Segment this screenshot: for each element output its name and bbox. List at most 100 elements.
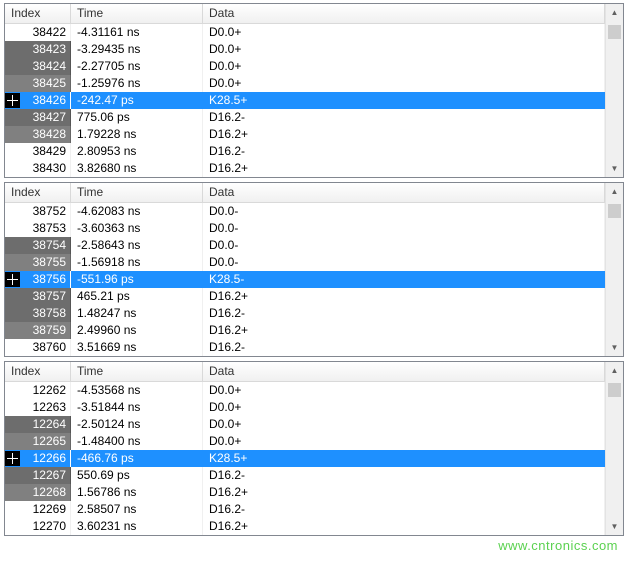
cell-time: 2.58507 ns <box>71 501 203 518</box>
table-row[interactable]: 387581.48247 nsD16.2- <box>5 305 605 322</box>
cell-index-value: 38424 <box>33 59 66 73</box>
table-row[interactable]: 38752 -4.62083 nsD0.0- <box>5 203 605 220</box>
cell-index-value: 38423 <box>33 42 66 56</box>
column-header-data[interactable]: Data <box>203 183 605 202</box>
cell-index-value: 38756 <box>33 272 66 286</box>
table-header[interactable]: IndexTimeData <box>5 183 605 203</box>
cell-time: -551.96 ps <box>71 271 203 288</box>
cell-index-value: 38757 <box>33 289 66 303</box>
table-row[interactable]: 38425-1.25976 nsD0.0+ <box>5 75 605 92</box>
vertical-scrollbar[interactable]: ▲▼ <box>605 4 623 177</box>
scroll-down-icon[interactable]: ▼ <box>606 339 623 356</box>
cell-index-value: 38759 <box>33 323 66 337</box>
cell-data: D16.2+ <box>203 484 605 501</box>
scroll-up-icon[interactable]: ▲ <box>606 4 623 21</box>
scroll-thumb[interactable] <box>608 25 621 39</box>
table-header[interactable]: IndexTimeData <box>5 4 605 24</box>
table-row[interactable]: 38427775.06 psD16.2- <box>5 109 605 126</box>
scroll-down-icon[interactable]: ▼ <box>606 518 623 535</box>
column-header-index[interactable]: Index <box>5 183 71 202</box>
column-header-index[interactable]: Index <box>5 362 71 381</box>
column-header-data[interactable]: Data <box>203 4 605 23</box>
cell-time: -3.51844 ns <box>71 399 203 416</box>
cell-data: D16.2+ <box>203 126 605 143</box>
column-header-data[interactable]: Data <box>203 362 605 381</box>
table-row[interactable]: 38423-3.29435 nsD0.0+ <box>5 41 605 58</box>
table-row-selected[interactable]: 12266-466.76 psK28.5+ <box>5 450 605 467</box>
cell-index-value: 38755 <box>33 255 66 269</box>
scroll-up-icon[interactable]: ▲ <box>606 183 623 200</box>
cell-data: D16.2- <box>203 109 605 126</box>
table-row[interactable]: 384292.80953 nsD16.2- <box>5 143 605 160</box>
table-header[interactable]: IndexTimeData <box>5 362 605 382</box>
cell-time: -1.56918 ns <box>71 254 203 271</box>
cursor-marker-icon <box>5 451 20 466</box>
cell-data: D0.0- <box>203 254 605 271</box>
cursor-marker-icon <box>5 93 20 108</box>
table-row[interactable]: 38422-4.31161 nsD0.0+ <box>5 24 605 41</box>
column-header-time[interactable]: Time <box>71 4 203 23</box>
cell-index-value: 12264 <box>33 417 66 431</box>
cursor-marker-icon <box>5 272 20 287</box>
cell-time: -4.62083 ns <box>71 203 203 220</box>
cell-index: 12263 <box>5 399 71 416</box>
cell-index: 38759 <box>5 322 71 339</box>
table-row-selected[interactable]: 38426-242.47 psK28.5+ <box>5 92 605 109</box>
cell-index-value: 38752 <box>33 204 66 218</box>
vertical-scrollbar[interactable]: ▲▼ <box>605 183 623 356</box>
table-row[interactable]: 12267550.69 psD16.2- <box>5 467 605 484</box>
cell-time: 550.69 ps <box>71 467 203 484</box>
table-row[interactable]: 12263-3.51844 nsD0.0+ <box>5 399 605 416</box>
cell-data: D16.2- <box>203 143 605 160</box>
cell-data: K28.5+ <box>203 92 605 109</box>
table-row[interactable]: 12262-4.53568 nsD0.0+ <box>5 382 605 399</box>
column-header-time[interactable]: Time <box>71 183 203 202</box>
cell-data: D0.0- <box>203 220 605 237</box>
cell-time: 3.60231 ns <box>71 518 203 535</box>
scroll-thumb[interactable] <box>608 204 621 218</box>
cell-data: D0.0+ <box>203 41 605 58</box>
scroll-up-icon[interactable]: ▲ <box>606 362 623 379</box>
scroll-track[interactable] <box>606 200 623 339</box>
cell-index: 38755 <box>5 254 71 271</box>
scroll-thumb[interactable] <box>608 383 621 397</box>
cell-time: -466.76 ps <box>71 450 203 467</box>
table-row[interactable]: 384281.79228 nsD16.2+ <box>5 126 605 143</box>
table-row[interactable]: 122703.60231 nsD16.2+ <box>5 518 605 535</box>
cell-index: 38427 <box>5 109 71 126</box>
cell-time: 1.79228 ns <box>71 126 203 143</box>
table-row-selected[interactable]: 38756-551.96 psK28.5- <box>5 271 605 288</box>
table-row[interactable]: 12264-2.50124 nsD0.0+ <box>5 416 605 433</box>
table-row[interactable]: 384303.82680 nsD16.2+ <box>5 160 605 177</box>
table-row[interactable]: 38424-2.27705 nsD0.0+ <box>5 58 605 75</box>
table-row[interactable]: 387603.51669 nsD16.2- <box>5 339 605 356</box>
table-row[interactable]: 38753-3.60363 nsD0.0- <box>5 220 605 237</box>
column-header-index[interactable]: Index <box>5 4 71 23</box>
vertical-scrollbar[interactable]: ▲▼ <box>605 362 623 535</box>
cell-time: -1.25976 ns <box>71 75 203 92</box>
cell-time: 1.48247 ns <box>71 305 203 322</box>
cell-index-value: 38427 <box>33 110 66 124</box>
cell-index-value: 12270 <box>33 519 66 533</box>
table-row[interactable]: 122692.58507 nsD16.2- <box>5 501 605 518</box>
cell-index: 12269 <box>5 501 71 518</box>
table-row[interactable]: 12265-1.48400 nsD0.0+ <box>5 433 605 450</box>
column-header-time[interactable]: Time <box>71 362 203 381</box>
table-row[interactable]: 38755 -1.56918 nsD0.0- <box>5 254 605 271</box>
scroll-down-icon[interactable]: ▼ <box>606 160 623 177</box>
cell-index: 12266 <box>5 450 71 467</box>
cell-data: D0.0- <box>203 203 605 220</box>
cell-data: D0.0+ <box>203 382 605 399</box>
cell-time: -2.58643 ns <box>71 237 203 254</box>
scroll-track[interactable] <box>606 379 623 518</box>
scroll-track[interactable] <box>606 21 623 160</box>
table-row[interactable]: 387592.49960 nsD16.2+ <box>5 322 605 339</box>
data-grid: IndexTimeData38752-4.62083 nsD0.0-38753-… <box>5 183 605 356</box>
cell-index: 38428 <box>5 126 71 143</box>
cell-index-value: 12267 <box>33 468 66 482</box>
table-row[interactable]: 38757465.21 psD16.2+ <box>5 288 605 305</box>
table-row[interactable]: 38754-2.58643 nsD0.0- <box>5 237 605 254</box>
cell-time: 1.56786 ns <box>71 484 203 501</box>
table-row[interactable]: 122681.56786 nsD16.2+ <box>5 484 605 501</box>
cell-time: 465.21 ps <box>71 288 203 305</box>
